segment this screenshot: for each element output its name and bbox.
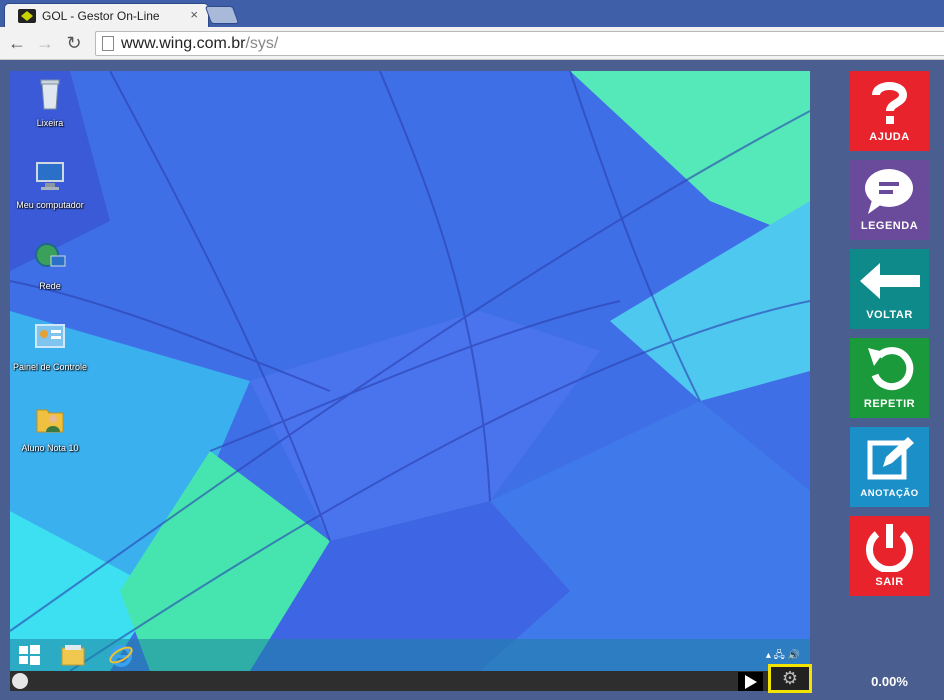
computer-icon [36, 162, 64, 190]
start-icon[interactable] [16, 642, 42, 668]
tab-close-icon[interactable]: × [190, 7, 198, 22]
tab-title: GOL - Gestor On-Line [42, 9, 160, 23]
tab-strip: GOL - Gestor On-Line × [0, 0, 944, 27]
note-button[interactable]: ANOTAÇÃO [850, 427, 929, 507]
seek-slider[interactable] [12, 673, 28, 689]
desktop-icon-label: Meu computador [16, 200, 84, 210]
help-label: AJUDA [869, 131, 910, 143]
desktop-icon-control-panel[interactable]: Painel de Controle [10, 321, 90, 372]
repeat-button[interactable]: REPETIR [850, 338, 929, 418]
chat-bubble-icon [865, 169, 913, 214]
forward-icon[interactable]: → [34, 32, 56, 54]
desktop-icon-label: Painel de Controle [12, 362, 88, 372]
desktop-icon-network[interactable]: Rede [10, 240, 90, 291]
back-label: VOLTAR [866, 309, 913, 321]
play-icon[interactable] [738, 672, 763, 691]
desktop-icon-computer[interactable]: Meu computador [10, 159, 90, 210]
power-icon [866, 524, 913, 572]
desktop-icon-recycle-bin[interactable]: Lixeira [10, 77, 90, 128]
caption-button[interactable]: LEGENDA [850, 160, 929, 240]
internet-explorer-icon[interactable] [108, 642, 134, 668]
back-icon[interactable]: ← [6, 32, 28, 54]
favicon-icon [18, 9, 36, 23]
user-folder-icon [36, 409, 64, 433]
caption-label: LEGENDA [860, 220, 919, 232]
player-bar: ⚙ [10, 664, 812, 693]
repeat-icon [868, 347, 914, 391]
new-tab-button[interactable] [204, 6, 240, 24]
progress-percent: 0.00% [871, 674, 908, 689]
tab-gol[interactable]: GOL - Gestor On-Line × [4, 3, 209, 27]
exit-label: SAIR [875, 576, 904, 588]
browser-toolbar: ← → ↻ www.wing.com.br/sys/ [0, 27, 944, 60]
url-path: /sys/ [245, 35, 279, 52]
note-label: ANOTAÇÃO [860, 488, 919, 499]
system-tray[interactable]: ▴ 🖧 🔊 [766, 648, 800, 665]
remote-desktop[interactable]: Lixeira Meu computador Rede Painel de Co… [10, 71, 810, 671]
recycle-bin-icon [40, 79, 60, 110]
question-icon [872, 82, 908, 124]
exit-button[interactable]: SAIR [850, 516, 929, 596]
desktop-icon-label: Lixeira [36, 118, 64, 128]
file-explorer-icon[interactable] [60, 642, 86, 668]
settings-gear-icon[interactable]: ⚙ [768, 664, 812, 693]
desktop-icon-label: Aluno Nota 10 [21, 443, 79, 453]
url-text: www.wing.com.br/sys/ [121, 35, 278, 53]
page-icon [102, 36, 114, 51]
control-panel-icon [35, 324, 65, 348]
address-bar[interactable]: www.wing.com.br/sys/ [95, 31, 944, 56]
wallpaper [10, 71, 810, 671]
desktop-icon-user-folder[interactable]: Aluno Nota 10 [10, 402, 90, 453]
desktop-icon-label: Rede [39, 281, 61, 291]
network-icon [35, 243, 66, 267]
reload-icon[interactable]: ↻ [63, 32, 85, 54]
note-edit-icon [867, 437, 914, 480]
arrow-left-icon [860, 263, 920, 299]
repeat-label: REPETIR [863, 398, 916, 410]
help-button[interactable]: AJUDA [850, 71, 929, 151]
taskbar: ▴ 🖧 🔊 [10, 639, 810, 671]
back-button[interactable]: VOLTAR [850, 249, 929, 329]
url-host: www.wing.com.br [121, 35, 246, 52]
